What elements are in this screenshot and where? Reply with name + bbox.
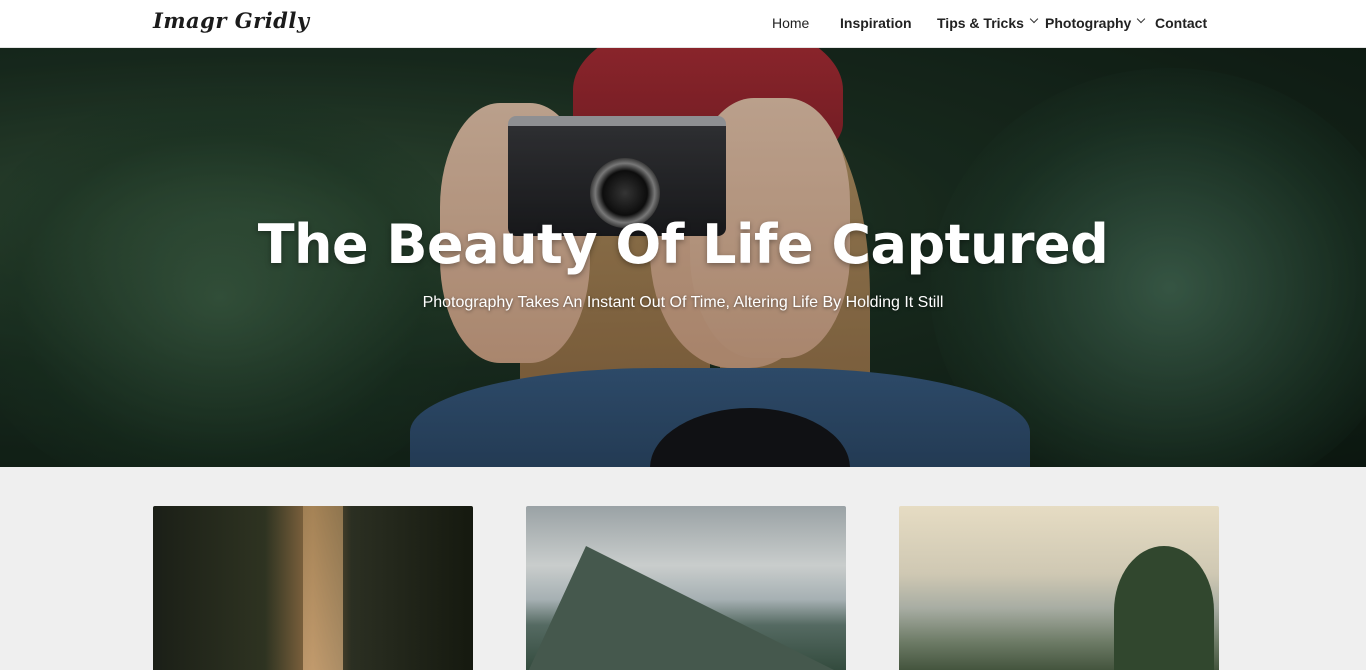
hero-banner: The Beauty Of Life Captured Photography … [0, 48, 1366, 467]
nav-home[interactable]: Home [772, 15, 809, 31]
nav-tips-tricks[interactable]: Tips & Tricks [937, 14, 1039, 31]
tree-shape [1114, 546, 1214, 670]
mountain-shape [526, 546, 846, 670]
hero-title: The Beauty Of Life Captured [257, 213, 1109, 276]
nav-photography-label: Photography [1045, 15, 1132, 31]
post-card-lake[interactable] [899, 506, 1219, 670]
nav-inspiration[interactable]: Inspiration [840, 15, 912, 31]
forest-light-beam [303, 506, 343, 670]
site-header: Imagr Gridly Home Inspiration Tips & Tri… [0, 0, 1366, 48]
chevron-down-icon [1029, 14, 1039, 24]
nav-tips-tricks-label: Tips & Tricks [937, 15, 1024, 31]
hero-subtitle: Photography Takes An Instant Out Of Time… [422, 294, 944, 311]
nav-contact[interactable]: Contact [1155, 15, 1207, 31]
nav-photography[interactable]: Photography [1045, 14, 1146, 31]
post-card-forest[interactable] [153, 506, 473, 670]
site-logo[interactable]: Imagr Gridly [153, 8, 310, 33]
post-card-mountain[interactable] [526, 506, 846, 670]
chevron-down-icon [1137, 14, 1146, 24]
